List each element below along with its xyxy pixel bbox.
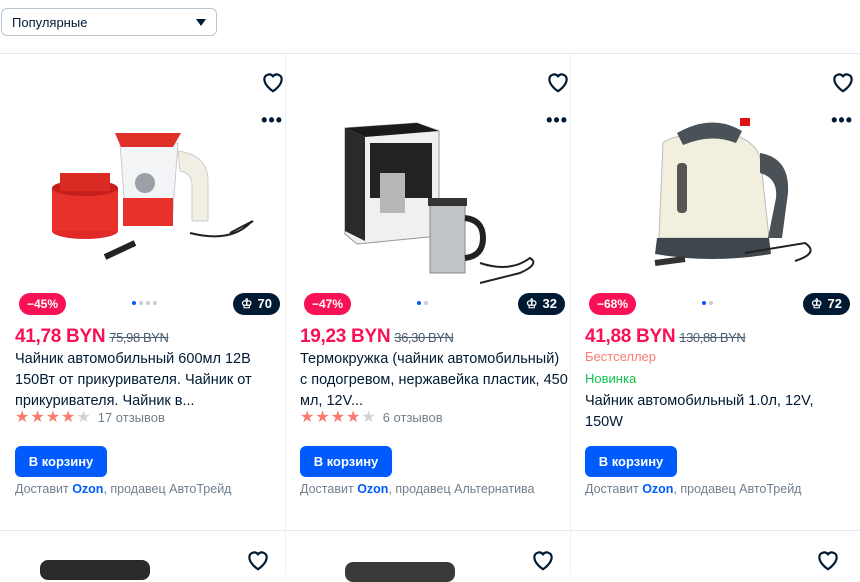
image-pager — [132, 301, 157, 305]
old-price: 75,98 BYN — [109, 330, 169, 345]
rating-badge: ♔ 32 — [517, 293, 565, 315]
delivery-info: Доставит Ozon, продавец АвтоТрейд — [585, 482, 802, 496]
product-title[interactable]: Чайник автомобильный 1.0л, 12V, 150W — [585, 391, 855, 433]
product-title[interactable]: Термокружка (чайник автомобильный) с под… — [300, 349, 570, 412]
new-label: Новинка — [585, 371, 637, 386]
sort-label: Популярные — [12, 14, 88, 30]
heart-icon[interactable] — [815, 547, 841, 573]
product-image[interactable] — [345, 562, 455, 582]
heart-icon[interactable] — [245, 547, 271, 573]
product-title[interactable]: Чайник автомобильный 600мл 12В 150Вт от … — [15, 349, 285, 412]
image-pager — [417, 301, 428, 305]
divider — [0, 53, 860, 54]
image-pager — [702, 301, 713, 305]
heart-icon[interactable] — [830, 69, 856, 95]
crown-icon: ♔ — [525, 296, 538, 311]
heart-icon[interactable] — [260, 69, 286, 95]
heart-icon[interactable] — [530, 547, 556, 573]
discount-badge: −47% — [304, 293, 352, 315]
old-price: 130,88 BYN — [679, 330, 746, 345]
rating-badge: ♔ 70 — [232, 293, 280, 315]
old-price: 36,30 BYN — [394, 330, 454, 345]
price: 19,23 BYN 36,30 BYN — [300, 326, 454, 347]
bestseller-label: Бестселлер — [585, 349, 656, 364]
product-image[interactable] — [300, 103, 585, 293]
delivery-info: Доставит Ozon, продавец Альтернатива — [300, 482, 535, 496]
reviews-count[interactable]: 17 отзывов — [98, 410, 165, 425]
product-card[interactable]: ••• −47% ♔ 32 19,23 BYN 36,30 BYN Термокр… — [300, 55, 585, 525]
product-card[interactable]: ••• −45% ♔ 70 41,78 BYN 75,98 BYN Чайник … — [15, 55, 300, 525]
delivery-info: Доставит Ozon, продавец АвтоТрейд — [15, 482, 232, 496]
chevron-down-icon — [196, 18, 206, 26]
add-to-cart-button[interactable]: В корзину — [15, 446, 107, 477]
product-image[interactable] — [15, 103, 300, 293]
sort-dropdown[interactable]: Популярные — [1, 8, 217, 36]
product-image[interactable] — [585, 103, 860, 293]
discount-badge: −45% — [19, 293, 67, 315]
price: 41,78 BYN 75,98 BYN — [15, 326, 169, 347]
rating-badge: ♔ 72 — [802, 293, 850, 315]
add-to-cart-button[interactable]: В корзину — [300, 446, 392, 477]
rating-stars: ★ ★ ★ ★ ★ 17 отзывов — [15, 409, 165, 426]
product-image[interactable] — [40, 560, 150, 580]
rating-stars: ★ ★ ★ ★ ★ 6 отзывов — [300, 409, 443, 426]
crown-icon: ♔ — [240, 296, 253, 311]
discount-badge: −68% — [589, 293, 637, 315]
crown-icon: ♔ — [810, 296, 823, 311]
heart-icon[interactable] — [545, 69, 571, 95]
divider — [0, 530, 860, 531]
reviews-count[interactable]: 6 отзывов — [383, 410, 443, 425]
add-to-cart-button[interactable]: В корзину — [585, 446, 677, 477]
price: 41,88 BYN 130,88 BYN — [585, 326, 746, 347]
product-card[interactable]: ••• −68% ♔ 72 41,88 BYN 130,88 BYN Бестсе… — [585, 55, 860, 525]
